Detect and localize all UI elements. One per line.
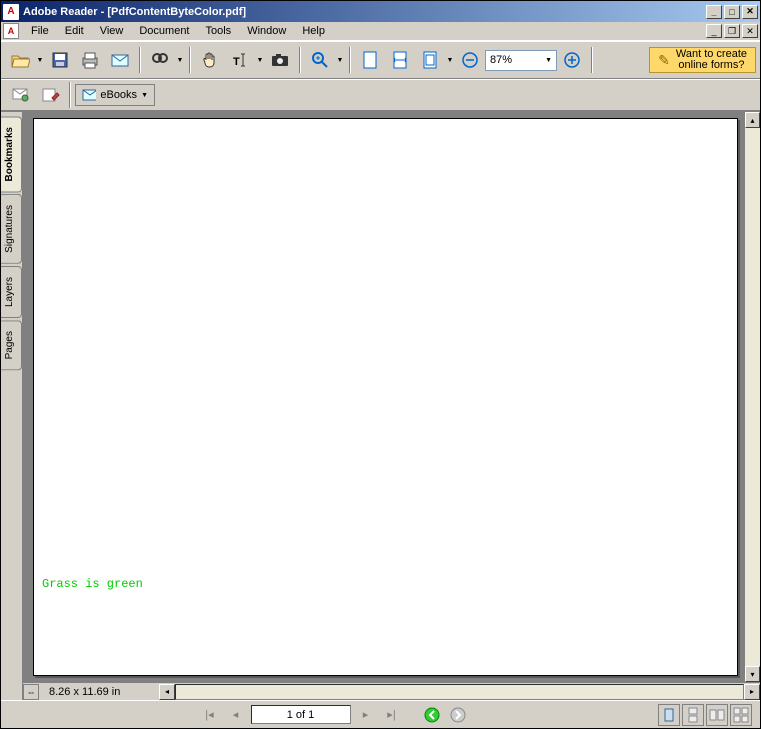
fit-visible-button[interactable]: [416, 46, 444, 74]
scroll-track[interactable]: [745, 128, 760, 666]
chevron-down-icon: ▼: [141, 92, 148, 99]
menu-help[interactable]: Help: [294, 23, 333, 39]
mdi-close[interactable]: ✕: [742, 24, 758, 38]
text-select-tool[interactable]: T: [226, 46, 254, 74]
doc-icon: A: [3, 23, 19, 39]
window-title: Adobe Reader - [PdfContentByteColor.pdf]: [23, 6, 706, 18]
fit-dropdown[interactable]: ▼: [445, 46, 455, 74]
zoom-in-button[interactable]: [558, 46, 586, 74]
zoom-input[interactable]: [490, 54, 540, 66]
pdf-page: Grass is green: [33, 118, 738, 676]
next-page-button[interactable]: ▸: [355, 704, 377, 726]
fit-width-button[interactable]: [386, 46, 414, 74]
search-button[interactable]: [146, 46, 174, 74]
zoom-in-tool[interactable]: [306, 46, 334, 74]
horizontal-status: ⇔ 8.26 x 11.69 in ◂ ▸: [23, 682, 760, 700]
vertical-scrollbar[interactable]: ▴ ▾: [744, 112, 760, 682]
print-button[interactable]: [76, 46, 104, 74]
document-viewport[interactable]: Grass is green ▴ ▾: [23, 112, 760, 682]
scroll-down-button[interactable]: ▾: [745, 666, 760, 682]
mdi-controls: _ ❐ ✕: [706, 24, 758, 38]
page-dimensions: 8.26 x 11.69 in: [39, 686, 159, 698]
side-tabs: Bookmarks Signatures Layers Pages: [1, 112, 23, 700]
app-window: A Adobe Reader - [PdfContentByteColor.pd…: [0, 0, 761, 729]
hscroll-track[interactable]: [175, 684, 744, 700]
zoom-out-button[interactable]: [456, 46, 484, 74]
titlebar: A Adobe Reader - [PdfContentByteColor.pd…: [1, 1, 760, 22]
menu-document[interactable]: Document: [131, 23, 197, 39]
view-mode-buttons: [658, 704, 752, 726]
minimize-button[interactable]: _: [706, 5, 722, 19]
tab-pages[interactable]: Pages: [1, 320, 22, 370]
document-area: Grass is green ▴ ▾ ⇔ 8.26 x 11.69 in ◂ ▸: [23, 112, 760, 700]
ebook-icon: [82, 88, 96, 102]
mdi-restore[interactable]: ❐: [724, 24, 740, 38]
continuous-view[interactable]: [682, 704, 704, 726]
close-button[interactable]: ✕: [742, 5, 758, 19]
prev-page-button[interactable]: ◂: [225, 704, 247, 726]
mdi-minimize[interactable]: _: [706, 24, 722, 38]
zoom-combo-dropdown[interactable]: ▼: [545, 57, 552, 64]
page-text: Grass is green: [42, 577, 143, 591]
menu-file[interactable]: File: [23, 23, 57, 39]
content-area: Bookmarks Signatures Layers Pages Grass …: [1, 111, 760, 700]
svg-text:T: T: [233, 56, 240, 68]
snapshot-tool[interactable]: [266, 46, 294, 74]
page-indicator[interactable]: 1 of 1: [251, 705, 351, 724]
search-dropdown[interactable]: ▼: [175, 46, 185, 74]
pen-icon: ✎: [658, 52, 670, 69]
size-toggle[interactable]: ⇔: [23, 684, 39, 700]
menubar: A File Edit View Document Tools Window H…: [1, 22, 760, 41]
open-dropdown[interactable]: ▼: [35, 46, 45, 74]
next-view-button[interactable]: [447, 704, 469, 726]
review-button[interactable]: [6, 81, 34, 109]
hscroll-right[interactable]: ▸: [744, 684, 760, 700]
hand-tool[interactable]: [196, 46, 224, 74]
ebooks-label: eBooks: [100, 89, 137, 101]
toolbar-secondary: eBooks ▼: [1, 79, 760, 111]
save-button[interactable]: [46, 46, 74, 74]
continuous-facing-view[interactable]: [730, 704, 752, 726]
zoom-combo[interactable]: ▼: [485, 50, 557, 71]
navigation-bar: |◂ ◂ 1 of 1 ▸ ▸|: [1, 700, 760, 728]
hscroll-left[interactable]: ◂: [159, 684, 175, 700]
menu-edit[interactable]: Edit: [57, 23, 92, 39]
single-page-view[interactable]: [658, 704, 680, 726]
menu-window[interactable]: Window: [239, 23, 294, 39]
first-page-button[interactable]: |◂: [199, 704, 221, 726]
app-icon: A: [3, 4, 19, 20]
toolbar-main: ▼ ▼ T ▼ ▼ ▼ ▼: [1, 41, 760, 79]
window-controls: _ □ ✕: [706, 5, 758, 19]
ebooks-dropdown[interactable]: eBooks ▼: [75, 84, 155, 106]
sign-button[interactable]: [36, 81, 64, 109]
menu-view[interactable]: View: [92, 23, 132, 39]
tab-bookmarks[interactable]: Bookmarks: [1, 116, 22, 192]
maximize-button[interactable]: □: [724, 5, 740, 19]
tab-layers[interactable]: Layers: [1, 266, 22, 318]
zoom-dropdown[interactable]: ▼: [335, 46, 345, 74]
menu-tools[interactable]: Tools: [198, 23, 240, 39]
text-select-dropdown[interactable]: ▼: [255, 46, 265, 74]
email-button[interactable]: [106, 46, 134, 74]
open-button[interactable]: [6, 46, 34, 74]
scroll-up-button[interactable]: ▴: [745, 112, 760, 128]
promo-banner[interactable]: ✎ Want to createonline forms?: [649, 47, 756, 73]
last-page-button[interactable]: ▸|: [381, 704, 403, 726]
fit-page-button[interactable]: [356, 46, 384, 74]
tab-signatures[interactable]: Signatures: [1, 194, 22, 264]
prev-view-button[interactable]: [421, 704, 443, 726]
facing-view[interactable]: [706, 704, 728, 726]
